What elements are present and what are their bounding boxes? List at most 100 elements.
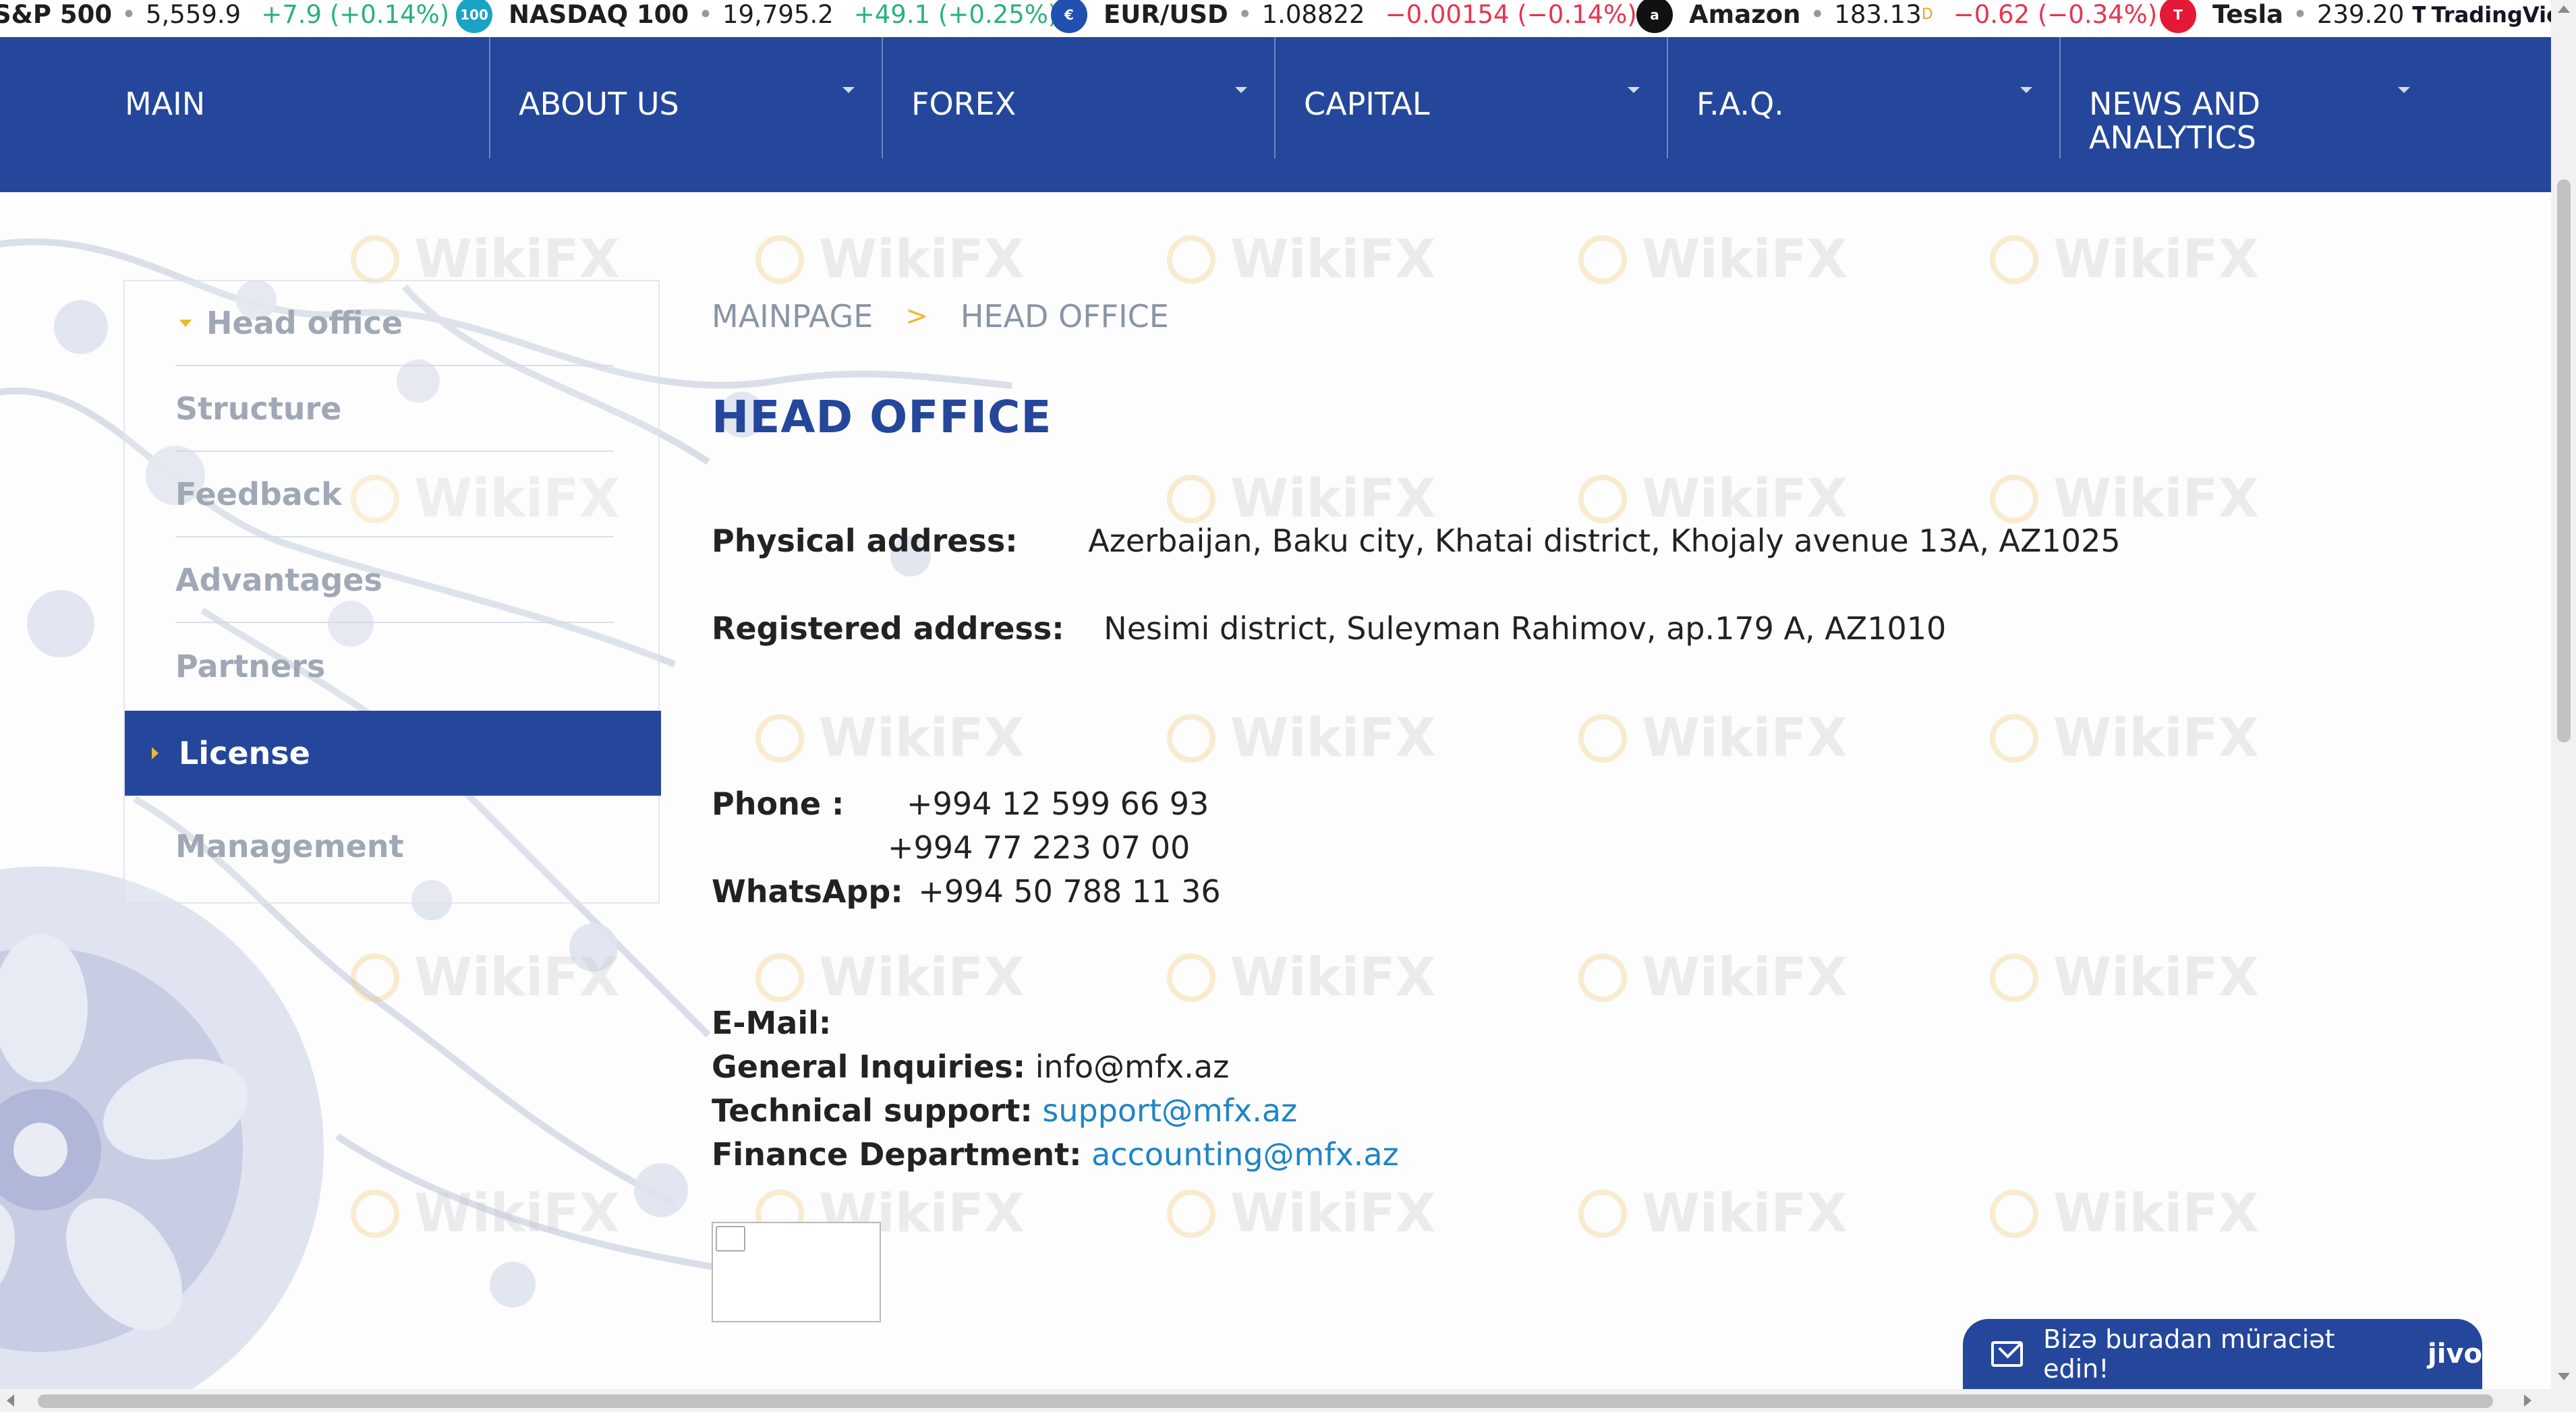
finance-department-email-link[interactable]: accounting@mfx.az <box>1091 1136 1399 1173</box>
chevron-right-icon <box>152 747 159 759</box>
whatsapp-number[interactable]: +994 50 788 11 36 <box>918 873 1220 910</box>
technical-support-label: Technical support: <box>712 1092 1033 1129</box>
technical-support-email-link[interactable]: support@mfx.az <box>1042 1092 1297 1129</box>
phone-number[interactable]: +994 77 223 07 00 <box>888 829 1190 866</box>
phone-row: Phone : +994 12 599 66 93 <box>712 786 1209 822</box>
sidebar-menu: Head office Structure Feedback Advantage… <box>123 280 661 904</box>
horizontal-scroll-thumb[interactable] <box>38 1394 2493 1408</box>
sidebar-item-label: Advantages <box>175 562 382 598</box>
phone-number[interactable]: +994 12 599 66 93 <box>907 786 1209 822</box>
sidebar-item-advantages[interactable]: Advantages <box>175 538 614 623</box>
general-inquiries-row: General Inquiries: info@mfx.az <box>712 1049 1229 1085</box>
ticker-item-sp500[interactable]: S&P 500 • 5,559.9 +7.9 (+0.14%) <box>0 0 449 30</box>
broken-image <box>712 1222 881 1322</box>
chevron-down-icon <box>842 87 855 93</box>
watermark: WikiFX <box>1578 469 1848 529</box>
phone-label: Phone : <box>712 786 845 822</box>
eu-us-flag-icon: € <box>1051 0 1087 33</box>
sidebar-item-head-office[interactable]: Head office <box>175 281 614 366</box>
broken-image-icon <box>716 1226 745 1252</box>
registered-address-label: Registered address: <box>712 610 1064 647</box>
sidebar-item-license[interactable]: License <box>125 711 661 796</box>
sidebar-item-structure[interactable]: Structure <box>175 367 614 452</box>
chevron-down-icon <box>2398 87 2410 93</box>
technical-support-row: Technical support: support@mfx.az <box>712 1092 1297 1129</box>
ticker-change: +49.1 (+0.25%) <box>853 0 1058 29</box>
ticker-price: 239.20 <box>2316 0 2405 29</box>
finance-department-row: Finance Department: accounting@mfx.az <box>712 1136 1399 1173</box>
ticker-price: 5,559.9 <box>145 0 241 29</box>
tradingview-logo[interactable]: 𝐓 TradingView <box>2404 0 2551 30</box>
scroll-left-arrow-icon[interactable] <box>7 1394 14 1407</box>
sidebar-item-label: License <box>179 735 310 771</box>
nav-item-label: MAIN <box>125 86 206 122</box>
chat-widget-button[interactable]: Bizə buradan müraciət edin! jivo <box>1963 1319 2482 1389</box>
sidebar-item-label: Structure <box>175 390 342 427</box>
finance-department-label: Finance Department: <box>712 1136 1082 1173</box>
ticker-price: 19,795.2 <box>722 0 834 29</box>
amazon-icon: a <box>1636 0 1673 33</box>
ticker-item-tesla[interactable]: T Tesla • 239.20 D <box>2160 0 2415 33</box>
ticker-symbol: NASDAQ 100 <box>509 0 689 29</box>
sidebar-item-partners[interactable]: Partners <box>175 624 614 709</box>
watermark: WikiFX <box>1990 947 2259 1008</box>
nav-item-capital[interactable]: CAPITAL <box>1274 37 1667 158</box>
watermark: WikiFX <box>1167 947 1436 1008</box>
watermark: WikiFX <box>1167 469 1436 529</box>
mail-icon <box>1991 1341 2024 1367</box>
nav-item-label: NEWS AND ANALYTICS <box>2089 86 2261 156</box>
vertical-scroll-thumb[interactable] <box>2557 179 2571 742</box>
email-heading: E-Mail: <box>712 1005 832 1041</box>
scroll-down-arrow-icon[interactable] <box>2558 1373 2570 1380</box>
watermark: WikiFX <box>351 1183 620 1244</box>
ticker-price: 1.08822 <box>1261 0 1365 29</box>
registered-address-row: Registered address: Nesimi district, Sul… <box>712 610 1946 647</box>
nav-item-label: ABOUT US <box>519 86 679 122</box>
general-inquiries-label: General Inquiries: <box>712 1049 1026 1085</box>
page-title: HEAD OFFICE <box>712 391 1052 443</box>
sidebar-item-label: Head office <box>206 305 403 341</box>
ticker-item-eurusd[interactable]: € EUR/USD • 1.08822 −0.00154 (−0.14%) <box>1051 0 1637 33</box>
watermark: WikiFX <box>1167 229 1436 290</box>
tradingview-label: TradingView <box>2431 2 2551 28</box>
watermark: WikiFX <box>1578 229 1848 290</box>
sidebar-item-label: Management <box>175 828 404 864</box>
ticker-item-nasdaq[interactable]: 100 NASDAQ 100 • 19,795.2 +49.1 (+0.25%) <box>456 0 1058 33</box>
vertical-scrollbar[interactable] <box>2551 0 2576 1389</box>
breadcrumb: MAINPAGE > HEAD OFFICE <box>712 298 1169 334</box>
main-nav: MAIN ABOUT US FOREX CAPITAL F.A.Q. NEWS … <box>0 37 2551 192</box>
ticker-change: +7.9 (+0.14%) <box>261 0 450 29</box>
nav-item-news-and-analytics[interactable]: NEWS AND ANALYTICS <box>2059 37 2437 158</box>
scroll-right-arrow-icon[interactable] <box>2524 1394 2531 1407</box>
sidebar-item-management[interactable]: Management <box>175 804 614 889</box>
watermark: WikiFX <box>1578 708 1848 769</box>
scroll-up-arrow-icon[interactable] <box>2558 5 2570 13</box>
breadcrumb-current: HEAD OFFICE <box>960 298 1169 334</box>
watermark: WikiFX <box>1990 1183 2259 1244</box>
chevron-down-icon <box>2020 87 2032 93</box>
ticker-bar: S&P 500 • 5,559.9 +7.9 (+0.14%) 100 NASD… <box>0 0 2551 37</box>
physical-address-value: Azerbaijan, Baku city, Khatai district, … <box>1088 523 2121 559</box>
watermark: WikiFX <box>755 947 1025 1008</box>
physical-address-label: Physical address: <box>712 523 1018 559</box>
ticker-change: −0.62 (−0.34%) <box>1953 0 2158 29</box>
main-area: WikiFX WikiFX WikiFX WikiFX WikiFX WikiF… <box>0 192 2551 1389</box>
sidebar-item-feedback[interactable]: Feedback <box>175 452 614 537</box>
horizontal-scrollbar[interactable] <box>0 1389 2576 1412</box>
ticker-symbol: S&P 500 <box>0 0 113 29</box>
watermark: WikiFX <box>351 947 620 1008</box>
watermark: WikiFX <box>1167 1183 1436 1244</box>
watermark: WikiFX <box>755 708 1025 769</box>
nav-item-main[interactable]: MAIN <box>96 37 489 158</box>
nav-item-faq[interactable]: F.A.Q. <box>1667 37 2059 158</box>
sidebar-item-label: Feedback <box>175 476 342 512</box>
general-inquiries-email[interactable]: info@mfx.az <box>1035 1049 1229 1085</box>
nav-item-label: CAPITAL <box>1304 86 1430 122</box>
nav-item-forex[interactable]: FOREX <box>882 37 1274 158</box>
nav-item-label: FOREX <box>911 86 1017 122</box>
registered-address-value: Nesimi district, Suleyman Rahimov, ap.17… <box>1104 610 1947 647</box>
ticker-item-amazon[interactable]: a Amazon • 183.13 D −0.62 (−0.34%) <box>1636 0 2158 33</box>
nav-item-about-us[interactable]: ABOUT US <box>489 37 882 158</box>
jivo-logo: jivo <box>2428 1339 2482 1370</box>
breadcrumb-home-link[interactable]: MAINPAGE <box>712 298 873 334</box>
